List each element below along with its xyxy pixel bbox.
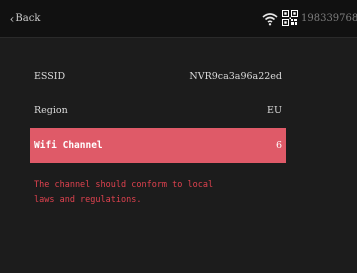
essid-value: NVR9ca3a96a22ed <box>189 70 282 82</box>
region-label: Region <box>34 104 68 116</box>
wifi-icon <box>262 13 278 26</box>
back-button[interactable]: ‹ Back <box>0 0 50 37</box>
chevron-left-icon: ‹ <box>9 11 15 26</box>
device-id: 1983397686 <box>301 13 357 24</box>
essid-row[interactable]: ESSID NVR9ca3a96a22ed <box>30 58 286 94</box>
wifi-channel-value: 6 <box>275 140 282 151</box>
wifi-channel-label: Wifi Channel <box>34 140 103 151</box>
regulation-notice: The channel should conform to local laws… <box>34 178 274 208</box>
top-bar: ‹ Back 1983397686 <box>0 0 357 38</box>
essid-label: ESSID <box>34 70 66 82</box>
notice-line-1: The channel should conform to local <box>34 180 214 190</box>
region-value: EU <box>267 104 282 116</box>
qr-code-icon[interactable] <box>282 10 298 26</box>
notice-line-2: laws and regulations. <box>34 195 142 205</box>
wifi-settings-panel: ESSID NVR9ca3a96a22ed Region EU Wifi Cha… <box>0 38 357 273</box>
region-row[interactable]: Region EU <box>30 92 286 128</box>
back-label: Back <box>15 13 41 24</box>
wifi-channel-row[interactable]: Wifi Channel 6 <box>30 128 286 163</box>
